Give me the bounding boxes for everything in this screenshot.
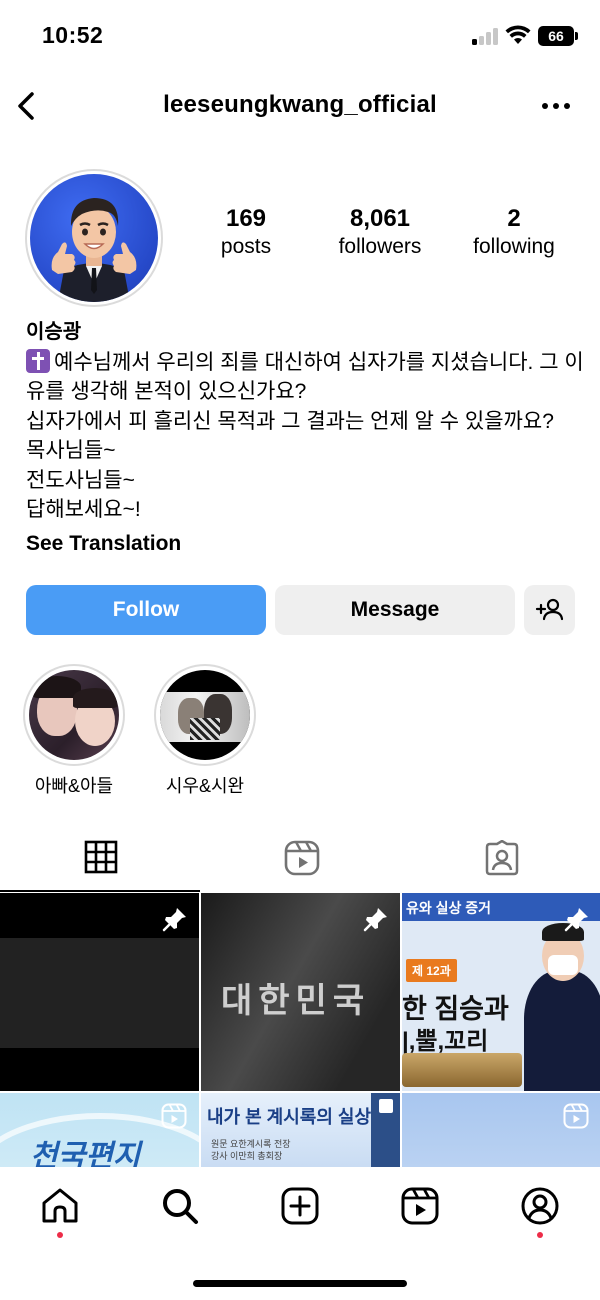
- message-button[interactable]: Message: [275, 585, 515, 635]
- reels-icon: [563, 1103, 589, 1129]
- post-thumbnail[interactable]: [402, 1093, 600, 1167]
- tab-tagged[interactable]: [400, 830, 600, 892]
- post-thumbnail[interactable]: 대한민국: [201, 893, 400, 1091]
- home-notification-dot: [57, 1232, 63, 1238]
- profile-username: leeseungkwang_official: [163, 91, 437, 118]
- following-count[interactable]: 2 following: [444, 205, 584, 259]
- display-name: 이승광: [26, 321, 82, 343]
- profile-header: leeseungkwang_official: [0, 78, 600, 134]
- see-translation-link[interactable]: See Translation: [26, 529, 181, 559]
- highlight-label: 시우&시완: [165, 776, 245, 796]
- post-overlay-text: 유와 실상 증거: [406, 900, 492, 916]
- pin-icon: [162, 908, 186, 932]
- bio-line: 목사님들~: [26, 439, 116, 462]
- bio-line-text: 예수님께서 우리의 죄를 대신하여 십자가를 지셨습니다. 그 이유를 생각해 …: [26, 350, 584, 404]
- post-overlay-text: |,뿔,꼬리: [402, 1028, 489, 1055]
- followers-count-value: 8,061: [349, 205, 411, 232]
- pin-icon: [363, 908, 387, 932]
- bio-line: 십자가에서 피 흘리신 목적과 그 결과는 언제 알 수 있을까요?: [26, 409, 554, 433]
- bio-line: 답해보세요~!: [26, 498, 141, 521]
- more-options-icon[interactable]: [538, 92, 574, 120]
- status-bar: 10:52 66: [0, 0, 600, 72]
- post-thumbnail[interactable]: 내가 본 계시록의 실상 원문 요한계시록 전장 강사 이만희 총회장: [201, 1093, 400, 1167]
- followers-count-label: followers: [338, 235, 422, 258]
- tab-posts-grid[interactable]: [0, 830, 200, 892]
- create-post-icon[interactable]: [280, 1186, 320, 1226]
- profile-bio: 이승광 예수님께서 우리의 죄를 대신하여 십자가를 지셨습니다. 그 이유를 …: [26, 318, 586, 558]
- post-thumbnail[interactable]: 천국편지: [0, 1093, 199, 1167]
- following-count-label: following: [473, 235, 555, 258]
- posts-count-label: posts: [220, 235, 272, 258]
- profile-content-tabs: [0, 830, 600, 892]
- latin-cross-icon: [26, 348, 50, 373]
- highlight-cover: [160, 670, 250, 760]
- grid-icon: [84, 840, 118, 874]
- pin-icon: [564, 908, 588, 932]
- story-highlight[interactable]: 아빠&아들: [21, 664, 127, 798]
- avatar-cartoon-icon: [51, 198, 137, 302]
- search-icon[interactable]: [160, 1186, 200, 1226]
- highlight-ring: [23, 664, 125, 766]
- posts-count[interactable]: 169 posts: [176, 205, 316, 259]
- cellular-signal-icon: [472, 28, 498, 45]
- post-thumbnail[interactable]: 유와 실상 증거 제 12과 한 짐승과 |,뿔,꼬리: [402, 893, 600, 1091]
- highlight-label: 아빠&아들: [34, 776, 114, 796]
- battery-icon: 66: [538, 26, 574, 46]
- status-time: 10:52: [42, 22, 104, 48]
- bio-line: 예수님께서 우리의 죄를 대신하여 십자가를 지셨습니다. 그 이유를 생각해 …: [26, 348, 586, 407]
- person-add-icon: [535, 598, 564, 621]
- post-overlay-text: 천국편지: [30, 1140, 141, 1167]
- highlight-cover: [29, 670, 119, 760]
- wifi-icon: [505, 25, 531, 44]
- profile-notification-dot: [537, 1232, 543, 1238]
- profile-avatar[interactable]: [25, 169, 163, 307]
- reels-icon[interactable]: [400, 1186, 440, 1226]
- home-icon[interactable]: [40, 1186, 80, 1226]
- posts-grid: 대한민국 유와 실상 증거 제 12과 한 짐승과 |,뿔,꼬리 천국편지 내가…: [0, 893, 600, 1167]
- posts-count-value: 169: [225, 205, 267, 232]
- bio-line: 전도사님들~: [26, 468, 135, 492]
- post-overlay-text: 강사 이만희 총회장: [211, 1151, 283, 1161]
- tab-reels[interactable]: [200, 830, 400, 892]
- following-count-value: 2: [507, 205, 521, 232]
- story-highlight[interactable]: 시우&시완: [152, 664, 258, 798]
- post-overlay-text: 내가 본 계시록의 실상: [207, 1107, 372, 1127]
- reels-icon: [161, 1103, 187, 1129]
- follow-button[interactable]: Follow: [26, 585, 266, 635]
- highlight-ring: [154, 664, 256, 766]
- home-indicator: [193, 1280, 407, 1287]
- suggested-users-button[interactable]: [524, 585, 575, 635]
- profile-icon[interactable]: [520, 1186, 560, 1226]
- post-thumbnail[interactable]: [0, 893, 199, 1091]
- followers-count[interactable]: 8,061 followers: [310, 205, 450, 259]
- tagged-icon: [485, 840, 519, 876]
- bottom-tab-bar: [0, 1168, 600, 1300]
- avatar-image: [30, 174, 158, 302]
- profile-stats: 169 posts 8,061 followers 2 following: [180, 205, 580, 275]
- reels-icon: [284, 840, 320, 876]
- post-overlay-text: 제 12과: [406, 959, 457, 982]
- battery-nub: [575, 32, 578, 40]
- post-overlay-text: 대한민국: [221, 981, 371, 1021]
